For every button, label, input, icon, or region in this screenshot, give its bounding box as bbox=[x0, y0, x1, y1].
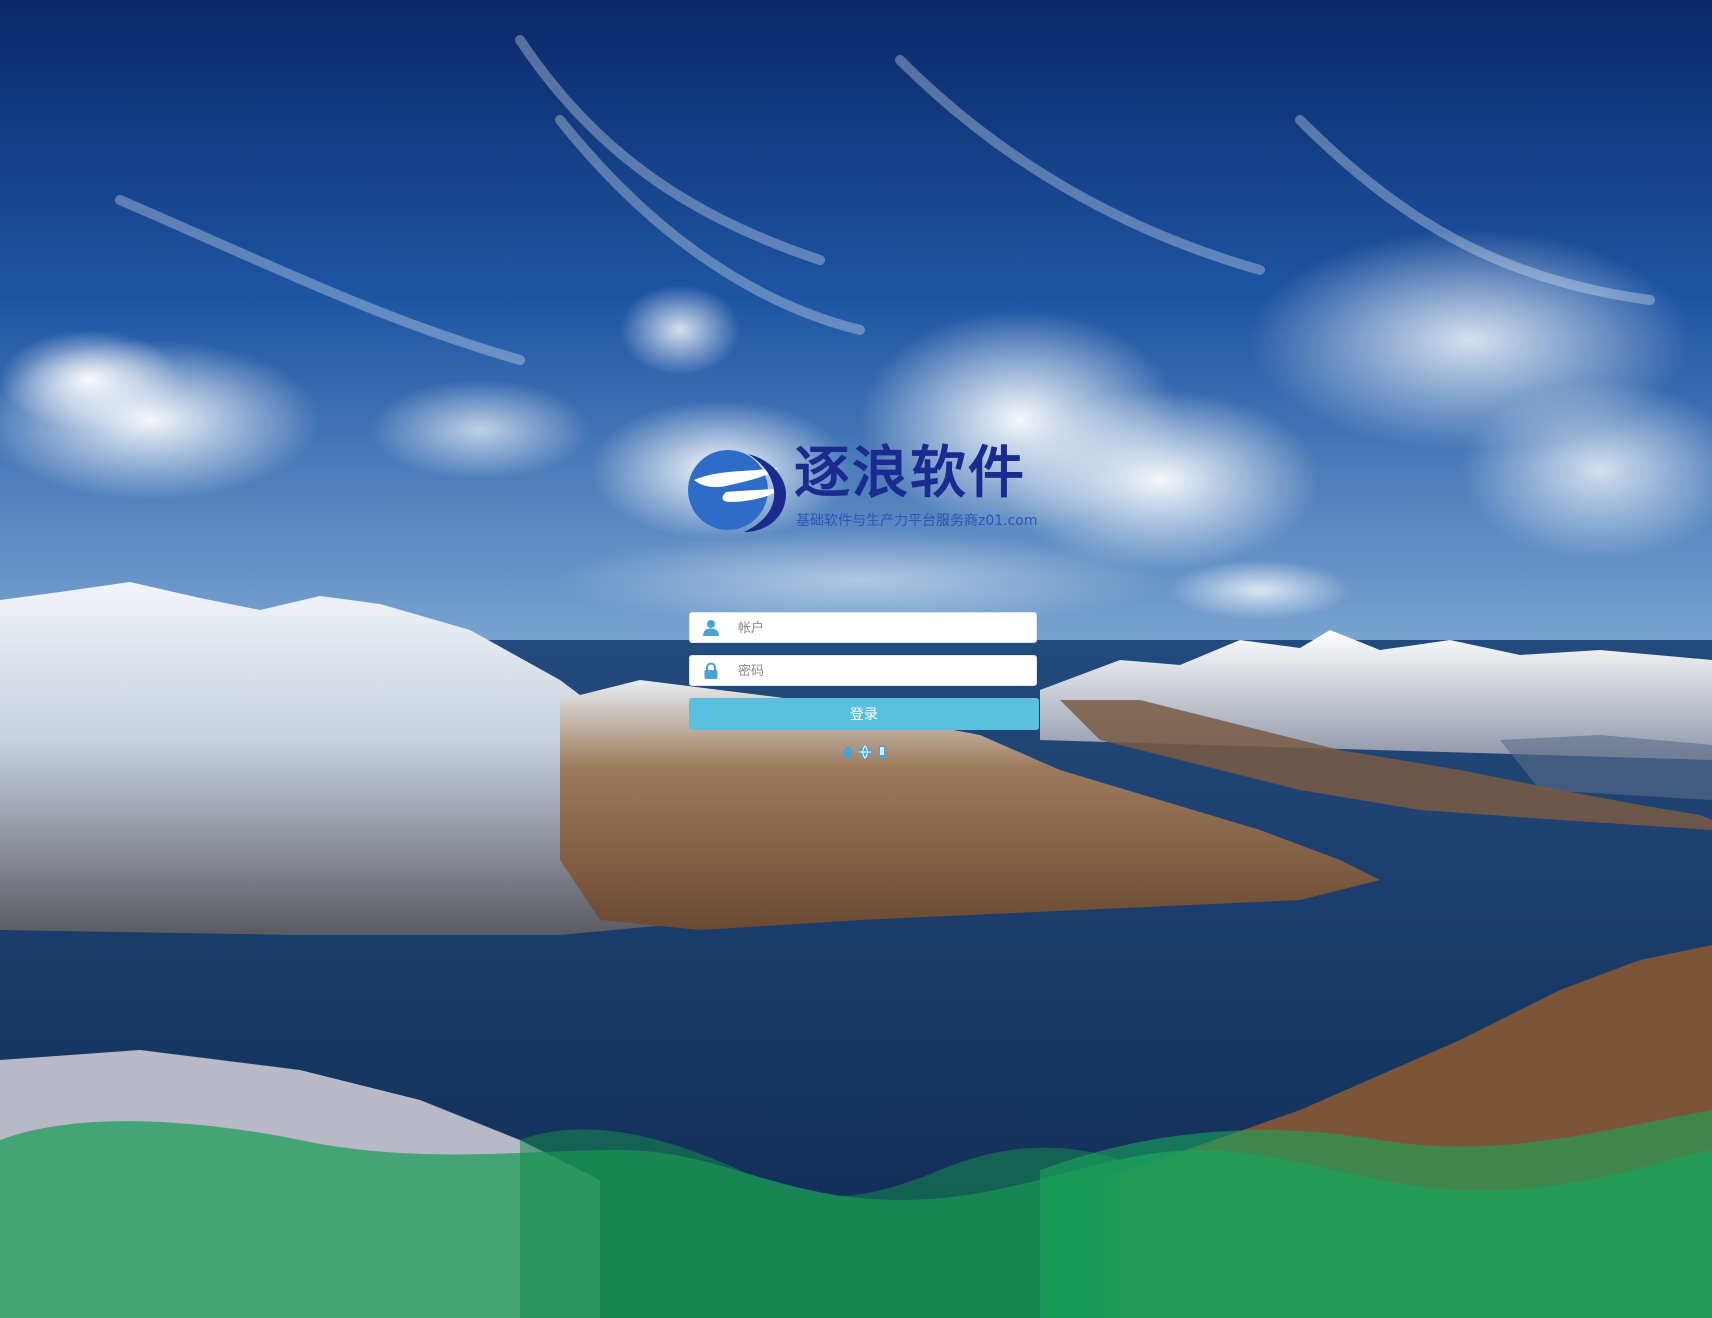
password-input[interactable] bbox=[738, 660, 1028, 682]
login-form: 登录 bbox=[689, 612, 1039, 730]
phone-icon[interactable] bbox=[875, 744, 889, 759]
user-icon bbox=[703, 620, 719, 636]
login-button[interactable]: 登录 bbox=[689, 698, 1039, 730]
home-icon[interactable] bbox=[841, 744, 855, 758]
globe-icon[interactable] bbox=[858, 744, 872, 759]
brand-subtitle: 基础软件与生产力平台服务商z01.com bbox=[796, 513, 1038, 529]
brand-title: 逐浪软件 bbox=[794, 441, 1026, 506]
brand-logo: 逐浪软件 基础软件与生产力平台服务商z01.com bbox=[686, 442, 1046, 536]
wave-globe-logo-icon bbox=[688, 450, 786, 532]
login-page: 逐浪软件 基础软件与生产力平台服务商z01.com 登录 bbox=[0, 0, 1712, 1318]
account-field bbox=[689, 612, 1037, 643]
quick-links bbox=[841, 744, 889, 760]
lock-icon bbox=[704, 662, 718, 679]
password-field bbox=[689, 655, 1037, 686]
account-input[interactable] bbox=[738, 617, 1028, 639]
